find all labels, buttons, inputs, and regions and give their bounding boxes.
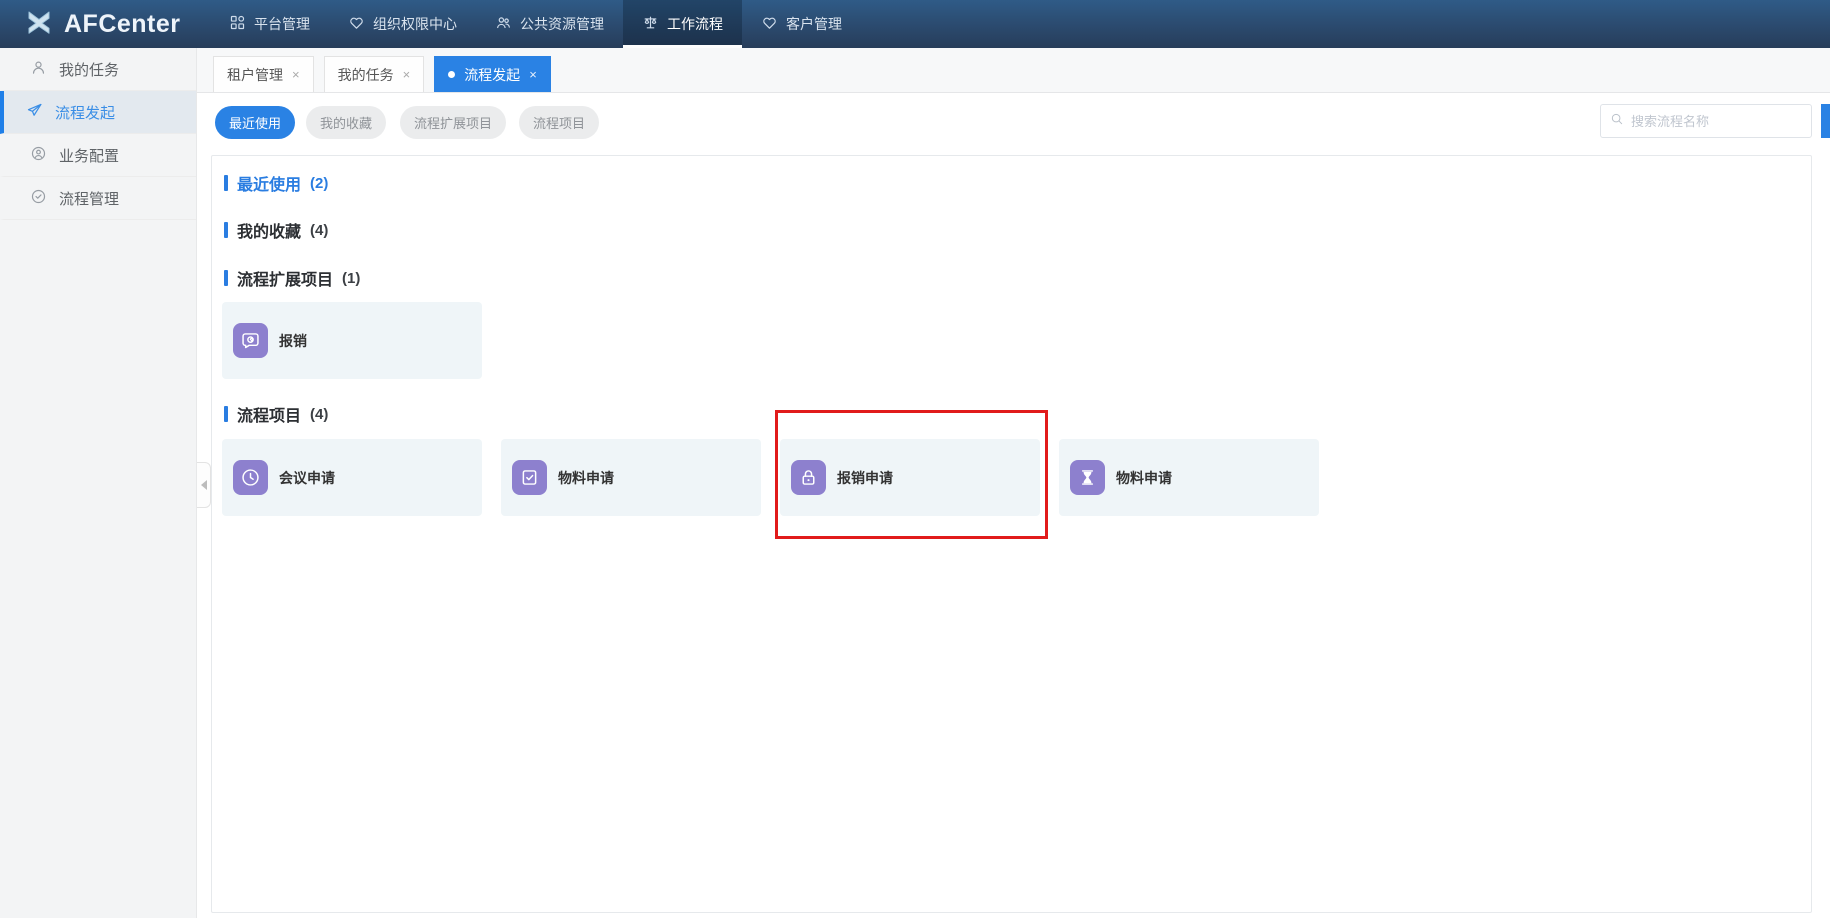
nav-item-org-permission-center[interactable]: 组织权限中心 (329, 0, 476, 48)
active-dot-icon (448, 71, 455, 78)
content-panel (211, 155, 1812, 913)
user-icon (30, 59, 47, 80)
section-header-process-extension-items: 流程扩展项目 (1) (224, 268, 360, 288)
nav-item-label: 组织权限中心 (373, 14, 457, 34)
search-action-button[interactable] (1821, 104, 1830, 138)
section-count: (1) (342, 270, 360, 287)
hourglass-icon (1070, 460, 1105, 495)
section-title: 流程扩展项目 (237, 266, 333, 290)
section-title: 我的收藏 (237, 218, 301, 242)
nav-menu: 平台管理 组织权限中心 公共资源管理 工作流程 客户管理 (210, 0, 861, 48)
tab-bar: 租户管理 × 我的任务 × 流程发起 × (197, 48, 1830, 93)
checklist-icon (512, 460, 547, 495)
close-icon[interactable]: × (403, 67, 411, 82)
nav-item-label: 工作流程 (667, 14, 723, 34)
filter-label: 流程扩展项目 (414, 113, 492, 132)
section-bar (224, 222, 228, 238)
section-title: 最近使用 (237, 171, 301, 195)
process-card-meeting-request[interactable]: 会议申请 (222, 439, 482, 516)
process-card-label: 报销申请 (837, 468, 893, 488)
sidebar-item-label: 流程管理 (59, 188, 119, 209)
filter-process-extension-items[interactable]: 流程扩展项目 (400, 106, 506, 139)
chat-bubble-icon (233, 323, 268, 358)
filter-my-favorites[interactable]: 我的收藏 (306, 106, 386, 139)
sidebar: 我的任务 流程发起 业务配置 流程管理 (0, 48, 197, 918)
tab-my-tasks[interactable]: 我的任务 × (324, 56, 425, 92)
section-bar (224, 406, 228, 422)
nav-item-workflow[interactable]: 工作流程 (623, 0, 742, 48)
process-card-label: 物料申请 (1116, 468, 1172, 488)
tab-label: 租户管理 (227, 65, 283, 85)
clock-icon (233, 460, 268, 495)
heart-icon (348, 14, 365, 34)
process-card-expense-request[interactable]: 报销申请 (780, 439, 1040, 516)
paper-plane-icon (26, 102, 43, 123)
check-circle-icon (30, 188, 47, 209)
process-card-baoxiao[interactable]: 报销 (222, 302, 482, 379)
filter-label: 流程项目 (533, 113, 585, 132)
app-logo: AFCenter (0, 0, 210, 48)
sidebar-item-label: 我的任务 (59, 59, 119, 80)
tab-label: 流程发起 (464, 65, 520, 85)
section-bar (224, 175, 228, 191)
heart-icon (761, 14, 778, 34)
search-icon (1610, 112, 1624, 131)
sidebar-item-business-config[interactable]: 业务配置 (0, 134, 196, 177)
section-count: (4) (310, 406, 328, 423)
process-card-material-request-2[interactable]: 物料申请 (1059, 439, 1319, 516)
search-box (1600, 104, 1812, 138)
filter-process-items[interactable]: 流程项目 (519, 106, 599, 139)
scale-icon (642, 14, 659, 34)
section-count: (4) (310, 222, 328, 239)
close-icon[interactable]: × (292, 67, 300, 82)
chevron-left-icon (201, 480, 207, 490)
process-card-label: 会议申请 (279, 468, 335, 488)
section-title: 流程项目 (237, 402, 301, 426)
nav-item-label: 公共资源管理 (520, 14, 604, 34)
search-input[interactable] (1631, 114, 1802, 129)
sidebar-item-label: 业务配置 (59, 145, 119, 166)
filter-recently-used[interactable]: 最近使用 (215, 106, 295, 139)
section-bar (224, 270, 228, 286)
section-header-my-favorites: 我的收藏 (4) (224, 220, 328, 240)
section-header-recently-used: 最近使用 (2) (224, 173, 328, 193)
nav-item-customer-management[interactable]: 客户管理 (742, 0, 861, 48)
tab-tenant-management[interactable]: 租户管理 × (213, 56, 314, 92)
nav-item-label: 平台管理 (254, 14, 310, 34)
process-card-label: 物料申请 (558, 468, 614, 488)
app-logo-icon (24, 7, 54, 42)
tab-process-initiate[interactable]: 流程发起 × (434, 56, 551, 92)
sidebar-collapse-handle[interactable] (197, 462, 211, 508)
section-count: (2) (310, 175, 328, 192)
app-grid-icon (229, 14, 246, 34)
top-navbar: AFCenter 平台管理 组织权限中心 公共资源管理 工作流程 (0, 0, 1830, 48)
process-card-material-request-1[interactable]: 物料申请 (501, 439, 761, 516)
sidebar-item-process-management[interactable]: 流程管理 (0, 177, 196, 220)
sidebar-item-process-initiate[interactable]: 流程发起 (0, 91, 196, 134)
people-icon (495, 14, 512, 34)
nav-item-label: 客户管理 (786, 14, 842, 34)
tab-label: 我的任务 (338, 65, 394, 85)
filter-label: 最近使用 (229, 113, 281, 132)
nav-item-public-resource-management[interactable]: 公共资源管理 (476, 0, 623, 48)
process-card-label: 报销 (279, 331, 307, 351)
lock-icon (791, 460, 826, 495)
user-circle-icon (30, 145, 47, 166)
filter-label: 我的收藏 (320, 113, 372, 132)
section-header-process-items: 流程项目 (4) (224, 404, 328, 424)
sidebar-item-label: 流程发起 (55, 102, 115, 123)
nav-item-platform-management[interactable]: 平台管理 (210, 0, 329, 48)
app-logo-text: AFCenter (64, 10, 181, 39)
sidebar-item-my-tasks[interactable]: 我的任务 (0, 48, 196, 91)
close-icon[interactable]: × (529, 67, 537, 82)
